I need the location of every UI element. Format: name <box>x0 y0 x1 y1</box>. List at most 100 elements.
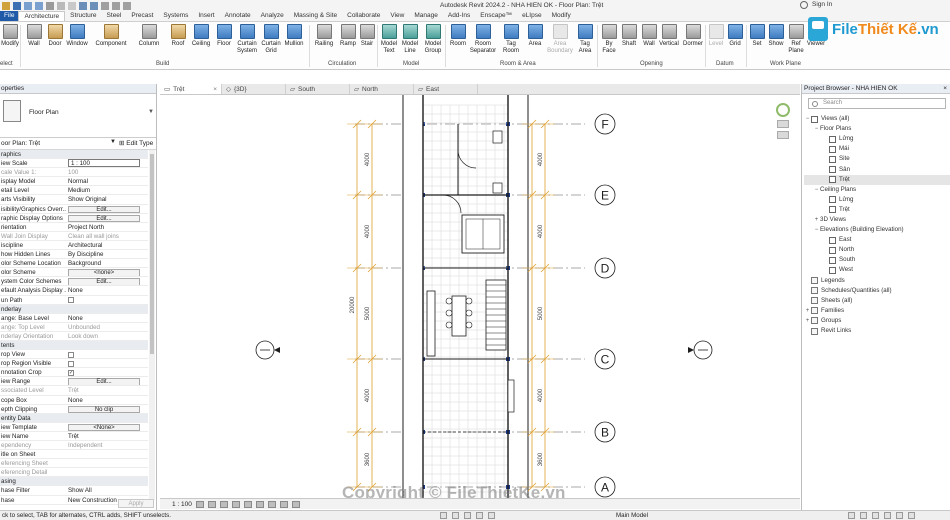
browser-tree-item[interactable]: +3D Views <box>804 215 950 225</box>
browser-tree-item[interactable]: − Views (all) <box>804 114 950 124</box>
open-icon[interactable] <box>2 1 10 10</box>
chevron-down-icon[interactable]: ▼ <box>110 139 116 145</box>
edit-type-button[interactable]: ⊞ Edit Type <box>119 139 153 147</box>
dormer-button[interactable]: Dormer <box>682 24 704 60</box>
show-crop-icon[interactable] <box>255 500 264 508</box>
detail-level-icon[interactable] <box>195 500 204 508</box>
ceiling-button[interactable]: Ceiling <box>190 24 212 60</box>
apply-button[interactable]: Apply <box>118 499 154 508</box>
column-button[interactable]: Column <box>136 24 162 60</box>
property-section[interactable]: raphics <box>0 150 148 160</box>
property-section[interactable]: nderlay <box>0 304 148 314</box>
chevron-down-icon[interactable]: ▼ <box>148 109 154 115</box>
design-options-icon[interactable] <box>452 512 459 519</box>
tab-view[interactable]: View <box>385 11 409 21</box>
model-group-button[interactable]: Model Group <box>423 24 443 60</box>
browser-tree-item[interactable]: Lửng <box>804 195 950 205</box>
tab-modify[interactable]: Modify <box>547 11 576 21</box>
zoom-icon[interactable] <box>777 131 789 139</box>
3d-view-icon[interactable] <box>79 1 87 10</box>
view-scale[interactable]: 1 : 100 <box>172 501 192 508</box>
tab-massing-site[interactable]: Massing & Site <box>289 11 342 21</box>
modify-button[interactable]: Modify <box>0 24 20 60</box>
drag-elements-icon[interactable] <box>896 512 903 519</box>
property-value[interactable]: Show All <box>66 486 146 494</box>
browser-tree-item[interactable]: Legends <box>804 276 950 286</box>
select-underlay-icon[interactable] <box>860 512 867 519</box>
by-face-button[interactable]: By Face <box>600 24 618 60</box>
tab-manage[interactable]: Manage <box>409 11 443 21</box>
property-edit-button[interactable]: Edit... <box>68 205 140 213</box>
properties-scrollbar[interactable] <box>149 150 155 500</box>
tab-collaborate[interactable]: Collaborate <box>342 11 385 21</box>
ramp-button[interactable]: Ramp <box>338 24 358 60</box>
tab-structure[interactable]: Structure <box>65 11 101 21</box>
close-hidden-icon[interactable] <box>112 1 120 10</box>
browser-tree-item[interactable]: Mái <box>804 144 950 154</box>
curtain-grid-button[interactable]: Curtain Grid <box>260 24 282 60</box>
user-icon[interactable] <box>800 1 808 9</box>
property-value[interactable]: Trệt <box>66 432 146 440</box>
grid-button[interactable]: Grid <box>727 24 743 60</box>
view-tab-north[interactable]: ▱ North <box>350 84 414 94</box>
property-checkbox[interactable] <box>68 360 74 367</box>
set-button[interactable]: Set <box>749 24 765 60</box>
tab-precast[interactable]: Precast <box>126 11 158 21</box>
worksets-icon[interactable] <box>440 512 447 519</box>
property-value[interactable]: Show Original <box>66 195 146 203</box>
temporary-hide-icon[interactable] <box>279 500 288 508</box>
property-value[interactable]: None <box>66 396 146 404</box>
browser-tree-item[interactable]: East <box>804 235 950 245</box>
tab-analyze[interactable]: Analyze <box>256 11 289 21</box>
visual-style-icon[interactable] <box>207 500 216 508</box>
property-section[interactable]: asing <box>0 477 148 487</box>
level-button[interactable]: Level <box>707 24 725 60</box>
property-value[interactable]: Medium <box>66 186 146 194</box>
browser-tree-item[interactable]: Trệt <box>804 174 950 185</box>
tab-elipse[interactable]: eLIpse <box>517 11 547 21</box>
view-tab-south[interactable]: ▱ South <box>286 84 350 94</box>
editable-only-icon[interactable] <box>464 512 471 519</box>
collapse-icon[interactable]: − <box>813 124 820 134</box>
browser-tree-item[interactable]: South <box>804 255 950 265</box>
property-checkbox[interactable] <box>68 297 74 303</box>
drawing-canvas[interactable]: F E D C B A 4000 4000 5000 4000 3600 4000 4000 5000 40… <box>160 95 800 498</box>
browser-tree-item[interactable]: Sân <box>804 164 950 174</box>
property-value[interactable]: Independent <box>66 441 146 449</box>
expand-icon[interactable]: + <box>813 215 820 225</box>
view-tab-tret[interactable]: ▭ Trệt × <box>160 84 222 94</box>
shaft-button[interactable]: Shaft <box>620 24 638 60</box>
ref-plane-button[interactable]: Ref Plane <box>787 24 805 60</box>
reveal-hidden-icon[interactable] <box>291 500 300 508</box>
room-button[interactable]: Room <box>448 24 468 60</box>
property-value[interactable]: Background <box>66 259 146 267</box>
sign-in-link[interactable]: Sign In <box>812 1 832 8</box>
floor-button[interactable]: Floor <box>214 24 234 60</box>
shadows-icon[interactable] <box>231 500 240 508</box>
close-icon[interactable]: × <box>943 84 947 94</box>
property-section[interactable]: tents <box>0 340 148 351</box>
view-cube-icon[interactable] <box>776 103 790 117</box>
property-value[interactable]: Trệt <box>66 386 146 394</box>
collapse-icon[interactable]: − <box>813 225 820 235</box>
property-value[interactable]: Clean all wall joins <box>66 232 146 240</box>
undo-icon[interactable] <box>24 1 32 10</box>
wall-button[interactable]: Wall <box>24 24 44 60</box>
tab-architecture[interactable]: Architecture <box>18 11 66 21</box>
link-icon[interactable] <box>488 512 495 519</box>
browser-tree-item[interactable]: + Families <box>804 306 950 316</box>
browser-tree-item[interactable]: Sheets (all) <box>804 296 950 306</box>
select-pinned-icon[interactable] <box>872 512 879 519</box>
thin-lines-icon[interactable] <box>101 1 109 10</box>
browser-tree-item[interactable]: Trệt <box>804 205 950 215</box>
property-edit-button[interactable]: Edit... <box>68 214 140 222</box>
property-value[interactable]: Project North <box>66 223 146 231</box>
railing-button[interactable]: Railing <box>313 24 335 60</box>
tab-enscape[interactable]: Enscape™ <box>475 11 517 21</box>
active-model[interactable]: Main Model <box>616 511 648 520</box>
group-label-room-area[interactable]: Room & Area <box>500 61 536 67</box>
browser-tree-item[interactable]: North <box>804 245 950 255</box>
filter-icon[interactable] <box>476 512 483 519</box>
property-edit-button[interactable]: Edit... <box>68 278 140 286</box>
model-text-button[interactable]: Model Text <box>380 24 398 60</box>
